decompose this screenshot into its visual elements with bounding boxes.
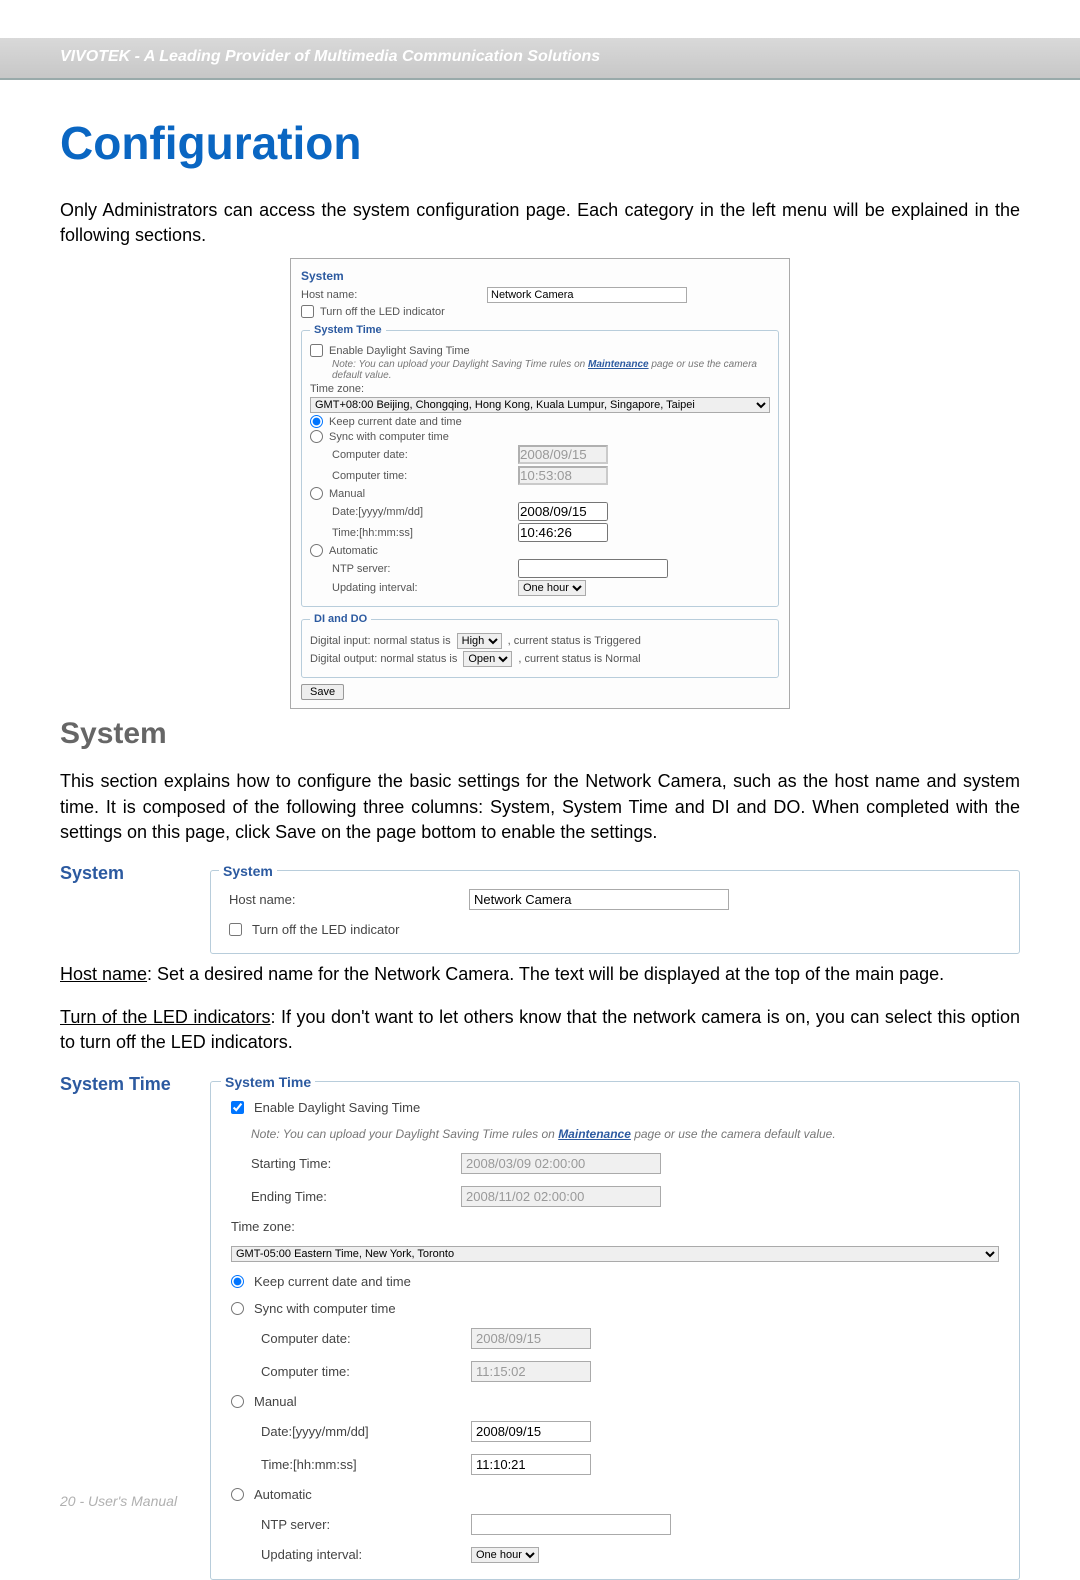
dido-fieldset: DI and DO Digital input: normal status i… <box>301 613 779 678</box>
p2-mtime-input[interactable] <box>471 1454 591 1475</box>
config-screenshot-1: System Host name: Turn off the LED indic… <box>290 258 790 709</box>
ntp-label: NTP server: <box>332 563 512 575</box>
upd-label: Updating interval: <box>332 582 512 594</box>
mtime-input[interactable] <box>518 523 608 542</box>
tz-label: Time zone: <box>310 383 364 395</box>
system-time-fieldset: System Time Enable Daylight Saving Time … <box>301 324 779 607</box>
do-text-b: , current status is Normal <box>518 653 640 665</box>
hostname-title-und: Host name <box>60 964 147 984</box>
p2-manual-radio[interactable] <box>231 1395 244 1408</box>
led-title-und: Turn of the LED indicators <box>60 1007 270 1027</box>
keep-label: Keep current date and time <box>329 416 462 428</box>
p2-mtime-label: Time:[hh:mm:ss] <box>261 1457 461 1472</box>
intro-text: Only Administrators can access the syste… <box>60 198 1020 248</box>
keep-radio[interactable] <box>310 415 323 428</box>
p1-led-checkbox[interactable] <box>229 923 242 936</box>
p2-upd-select[interactable]: One hour <box>471 1547 539 1563</box>
hostname-input[interactable] <box>487 287 687 303</box>
p2-mdate-input[interactable] <box>471 1421 591 1442</box>
ctime-input <box>518 466 608 485</box>
p2-cdate-label: Computer date: <box>261 1331 461 1346</box>
system-panel: System Host name: Turn off the LED indic… <box>210 863 1020 954</box>
p2-end-input <box>461 1186 661 1207</box>
system-heading: System <box>301 269 779 283</box>
p2-ctime-label: Computer time: <box>261 1364 461 1379</box>
p2-end-label: Ending Time: <box>251 1189 451 1204</box>
di-text-b: , current status is Triggered <box>508 635 641 647</box>
dst-note: Note: You can upload your Daylight Savin… <box>310 359 770 381</box>
upd-select[interactable]: One hour <box>518 580 586 596</box>
p2-start-input <box>461 1153 661 1174</box>
dido-legend: DI and DO <box>310 613 371 625</box>
dst-checkbox[interactable] <box>310 344 323 357</box>
do-select[interactable]: Open <box>463 651 512 667</box>
mtime-label: Time:[hh:mm:ss] <box>332 527 512 539</box>
maintenance-link[interactable]: Maintenance <box>588 359 649 370</box>
page-footer: 20 - User's Manual <box>60 1493 177 1509</box>
p2-maintenance-link[interactable]: Maintenance <box>558 1127 631 1141</box>
p2-auto-label: Automatic <box>254 1487 312 1502</box>
system-time-legend: System Time <box>310 324 386 336</box>
ntp-input[interactable] <box>518 559 668 578</box>
led-desc: Turn of the LED indicators: If you don't… <box>60 1005 1020 1055</box>
p2-keep-label: Keep current date and time <box>254 1274 411 1289</box>
p2-dst-note-a: Note: You can upload your Daylight Savin… <box>251 1127 558 1141</box>
manual-radio[interactable] <box>310 487 323 500</box>
cdate-input <box>518 445 608 464</box>
p1-led-label: Turn off the LED indicator <box>252 922 399 937</box>
auto-radio[interactable] <box>310 544 323 557</box>
p2-dst-checkbox[interactable] <box>231 1101 244 1114</box>
p2-keep-radio[interactable] <box>231 1275 244 1288</box>
di-text-a: Digital input: normal status is <box>310 635 451 647</box>
tz-select[interactable]: GMT+08:00 Beijing, Chongqing, Hong Kong,… <box>310 397 770 413</box>
p1-hostname-label: Host name: <box>229 892 459 907</box>
led-checkbox[interactable] <box>301 305 314 318</box>
hostname-desc: Host name: Set a desired name for the Ne… <box>60 962 1020 987</box>
system-heading: System <box>60 717 1020 751</box>
ctime-label: Computer time: <box>332 470 512 482</box>
p1-hostname-input[interactable] <box>469 889 729 910</box>
systime-sub-heading: System Time <box>60 1074 190 1095</box>
mdate-input[interactable] <box>518 502 608 521</box>
p2-tz-select[interactable]: GMT-05:00 Eastern Time, New York, Toront… <box>231 1246 999 1262</box>
save-button[interactable]: Save <box>301 684 344 700</box>
p2-dst-note-b: page or use the camera default value. <box>631 1127 836 1141</box>
p2-ntp-input[interactable] <box>471 1514 671 1535</box>
p2-dst-label: Enable Daylight Saving Time <box>254 1100 420 1115</box>
do-text-a: Digital output: normal status is <box>310 653 457 665</box>
p2-ctime-input <box>471 1361 591 1382</box>
p2-sync-radio[interactable] <box>231 1302 244 1315</box>
systime-panel: System Time Enable Daylight Saving Time … <box>210 1074 1020 1580</box>
p2-mdate-label: Date:[yyyy/mm/dd] <box>261 1424 461 1439</box>
dst-label: Enable Daylight Saving Time <box>329 345 470 357</box>
led-label: Turn off the LED indicator <box>320 306 445 318</box>
p2-auto-radio[interactable] <box>231 1488 244 1501</box>
hostname-label: Host name: <box>301 289 481 301</box>
system-sub-heading: System <box>60 863 190 884</box>
p2-manual-label: Manual <box>254 1394 297 1409</box>
di-select[interactable]: High <box>457 633 502 649</box>
manual-label: Manual <box>329 488 365 500</box>
p2-upd-label: Updating interval: <box>261 1547 461 1562</box>
p2-tz-label: Time zone: <box>231 1219 295 1234</box>
mdate-label: Date:[yyyy/mm/dd] <box>332 506 512 518</box>
p2-sync-label: Sync with computer time <box>254 1301 396 1316</box>
system-body: This section explains how to configure t… <box>60 769 1020 845</box>
p2-start-label: Starting Time: <box>251 1156 451 1171</box>
systime-panel-title: System Time <box>221 1074 315 1090</box>
cdate-label: Computer date: <box>332 449 512 461</box>
page-title: Configuration <box>60 116 1020 170</box>
p2-ntp-label: NTP server: <box>261 1517 461 1532</box>
sync-label: Sync with computer time <box>329 431 449 443</box>
sync-radio[interactable] <box>310 430 323 443</box>
system-panel-title: System <box>219 863 277 879</box>
auto-label: Automatic <box>329 545 378 557</box>
p2-cdate-input <box>471 1328 591 1349</box>
